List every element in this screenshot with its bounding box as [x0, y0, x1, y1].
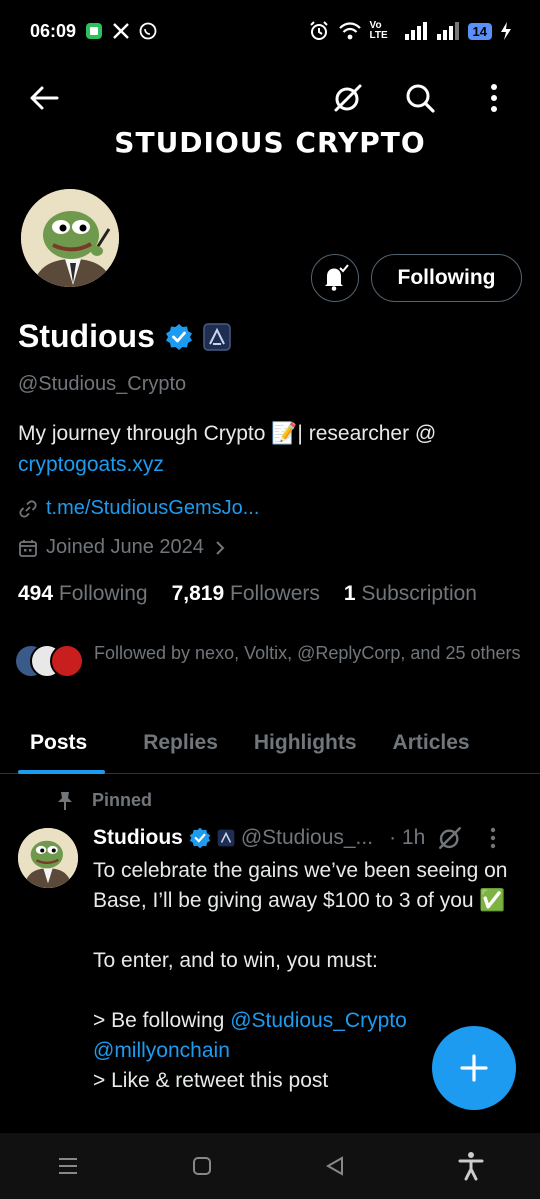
system-navigation-bar — [0, 1133, 540, 1199]
profile-joined[interactable]: Joined June 2024 — [18, 536, 228, 559]
calendar-icon — [19, 539, 37, 557]
profile-top-bar — [0, 68, 540, 128]
post-line-2: To enter, and to win, you must: — [93, 949, 378, 972]
subscription-count: 1 — [343, 582, 356, 605]
signal-2-icon — [436, 22, 460, 40]
pinned-label: Pinned — [92, 790, 153, 810]
grok-icon[interactable] — [437, 825, 463, 851]
accessibility-icon[interactable] — [458, 1151, 484, 1181]
pinned-indicator: Pinned — [56, 790, 152, 811]
x-notification-icon — [112, 22, 130, 40]
pepe-avatar-image — [21, 189, 119, 287]
website-link[interactable]: t.me/StudiousGemsJo... — [46, 497, 259, 520]
mention-link[interactable]: @Studious_Crypto — [230, 1009, 407, 1032]
profile-tabs: Posts Replies Highlights Articles — [0, 712, 540, 774]
post-author-handle[interactable]: @Studious_... — [241, 826, 373, 850]
pepe-avatar-image — [18, 828, 78, 888]
profile-stats: 494 Following 7,819 Followers 1 Subscrip… — [18, 582, 477, 606]
post-author-avatar[interactable] — [18, 828, 78, 888]
back-triangle-icon[interactable] — [325, 1156, 345, 1176]
followed-by-text: Followed by nexo, Voltix, @ReplyCorp, an… — [94, 643, 521, 663]
wifi-icon — [338, 21, 362, 41]
profile-name-row: Studious — [18, 318, 231, 355]
subscription-label: Subscription — [361, 582, 477, 605]
following-count: 494 — [18, 582, 54, 605]
profile-avatar[interactable] — [18, 186, 122, 290]
notification-app-icon — [85, 22, 103, 40]
battery-indicator: 14 — [467, 22, 492, 40]
whatsapp-notification-icon — [139, 22, 157, 40]
verified-badge-icon — [189, 827, 211, 849]
status-right: Vo LTE 14 — [308, 20, 512, 42]
verified-badge-icon[interactable] — [165, 323, 193, 351]
network-label: Vo LTE — [369, 20, 388, 41]
status-bar: 06:09 Vo LTE 14 — [0, 0, 540, 62]
followers-count: 7,819 — [171, 582, 225, 605]
follower-avatar — [50, 644, 84, 678]
home-square-icon[interactable] — [192, 1156, 212, 1176]
search-icon — [406, 84, 435, 113]
post-author-name[interactable]: Studious — [93, 826, 183, 850]
pin-icon — [58, 791, 72, 810]
following-stat[interactable]: 494 Following — [18, 582, 148, 606]
affiliate-badge-icon[interactable] — [203, 322, 231, 351]
search-button[interactable] — [400, 78, 440, 118]
more-options-button[interactable] — [476, 78, 512, 118]
compose-post-button[interactable] — [432, 1026, 516, 1110]
alarm-icon — [308, 20, 330, 42]
affiliate-badge-icon — [217, 829, 235, 847]
grok-icon — [334, 84, 362, 112]
followers-label: Followers — [230, 582, 320, 605]
post-line-1: To celebrate the gains we’ve been seeing… — [93, 859, 508, 912]
charging-icon — [500, 22, 512, 40]
more-vertical-icon[interactable] — [489, 827, 497, 849]
menu-lines-icon[interactable] — [57, 1156, 79, 1176]
arrow-left-icon — [30, 86, 59, 110]
bio-text: My journey through Crypto 📝| researcher … — [18, 422, 437, 445]
profile-bio: My journey through Crypto 📝| researcher … — [18, 418, 523, 480]
post-header: Studious @Studious_... · 1h — [93, 825, 523, 851]
following-button[interactable]: Following — [371, 254, 522, 302]
tab-replies[interactable]: Replies — [105, 712, 236, 774]
chevron-right-icon — [216, 540, 225, 555]
notifications-bell-button[interactable] — [311, 254, 359, 302]
subscription-stat[interactable]: 1 Subscription — [344, 582, 477, 606]
signal-icon — [404, 22, 428, 40]
link-icon — [19, 499, 37, 518]
status-time: 06:09 — [30, 20, 77, 41]
profile-name: Studious — [18, 318, 155, 354]
banner-title: STUDIOUS CRYPTO — [114, 126, 426, 159]
tab-articles[interactable]: Articles — [375, 712, 488, 774]
joined-date: Joined June 2024 — [46, 536, 204, 558]
status-left: 06:09 — [30, 21, 157, 42]
tab-highlights[interactable]: Highlights — [236, 712, 375, 774]
tab-posts[interactable]: Posts — [0, 712, 106, 774]
more-vertical-icon — [491, 84, 497, 112]
plus-icon — [460, 1054, 488, 1082]
grok-button[interactable] — [328, 78, 368, 118]
followed-by-avatars — [14, 640, 84, 680]
post-line-3-text: > Be following — [93, 1009, 225, 1032]
profile-handle: @Studious_Crypto — [18, 373, 187, 395]
back-button[interactable] — [24, 78, 64, 118]
followers-stat[interactable]: 7,819 Followers — [172, 582, 320, 606]
profile-website[interactable]: t.me/StudiousGemsJo... — [18, 497, 259, 520]
post-time: · 1h — [389, 826, 426, 849]
bio-link[interactable]: cryptogoats.xyz — [18, 453, 164, 476]
followed-by[interactable]: Followed by nexo, Voltix, @ReplyCorp, an… — [14, 640, 524, 680]
bell-checked-icon — [325, 264, 349, 291]
following-label: Following — [58, 582, 148, 605]
